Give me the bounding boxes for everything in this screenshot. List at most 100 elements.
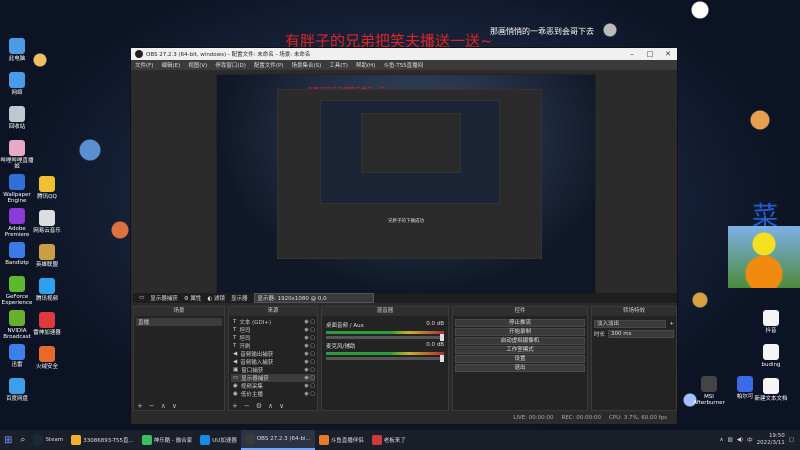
desktop-icon[interactable]: 此电脑 [0, 38, 36, 62]
menu-item[interactable]: 场景集合(S) [291, 61, 321, 69]
filters-button[interactable]: ◐ 滤镜 [207, 294, 225, 302]
desktop-icon[interactable]: 网易云音乐 [28, 210, 66, 234]
source-label: 窗口捕获 [241, 368, 264, 374]
taskbar-app[interactable]: 神乐酷 - 融合家 [138, 430, 196, 450]
duration-field[interactable]: 300 ms [608, 330, 674, 338]
scene-item[interactable]: 直播 [136, 318, 222, 326]
source-item[interactable]: ◉ 低价主播 ◉ ▢ [231, 390, 315, 398]
menu-item[interactable]: 视图(V) [188, 61, 207, 69]
control-button[interactable]: 工作室模式 [455, 346, 585, 354]
desktop-icon[interactable]: 腾讯视频 [28, 278, 66, 302]
scenes-list[interactable]: 直播 [134, 316, 224, 401]
control-button[interactable]: 启动虚拟摄像机 [455, 337, 585, 345]
source-label: 开刷 [239, 344, 251, 350]
visibility-lock-icon[interactable]: ◉ ▢ [304, 367, 315, 373]
volume-slider[interactable] [326, 334, 444, 341]
nested-obs-window: 兄胖子的下确成功 [277, 89, 542, 259]
taskbar-app[interactable]: 老板来了 [368, 430, 410, 450]
menu-item[interactable]: 斗鱼-T55直播间 [383, 61, 423, 69]
notification-icon[interactable]: ▢ [789, 437, 794, 443]
network-icon[interactable]: ▥ [727, 437, 732, 443]
desktop-icon[interactable]: MSI Afterburner [690, 376, 728, 406]
input-language[interactable]: 中 [747, 436, 753, 444]
desktop-icon-label: 抖音 [765, 328, 777, 334]
visibility-lock-icon[interactable]: ◉ ▢ [304, 359, 315, 365]
add-icon[interactable]: + [232, 402, 238, 410]
desktop-icon[interactable]: 火绒安全 [28, 346, 66, 370]
teletubby-photo [728, 226, 800, 288]
up-icon[interactable]: ∧ [161, 402, 166, 410]
menu-item[interactable]: 停靠窗口(D) [215, 61, 246, 69]
volume-meter [326, 352, 444, 355]
visibility-lock-icon[interactable]: ◉ ▢ [304, 351, 315, 357]
menu-item[interactable]: 配置文件(P) [254, 61, 284, 69]
volume-icon[interactable]: ◀) [737, 437, 743, 443]
control-button[interactable]: 设置 [455, 355, 585, 363]
add-icon[interactable]: + [137, 402, 143, 410]
desktop-icon[interactable]: 雷神加速器 [28, 312, 66, 336]
minimize-icon[interactable]: – [623, 50, 641, 58]
sources-list[interactable]: T 文本 (GDI+) ◉ ▢ T 坦司 ◉ ▢ T 坦司 ◉ ▢ T 开刷 ◉ ▢ ◀ 音频输出捕获 ◉ … [229, 316, 317, 401]
taskbar-app[interactable]: UU加速器 [196, 430, 241, 450]
menu-item[interactable]: 工具(T) [329, 61, 348, 69]
desktop-icon[interactable]: 哔哩哔哩直播姬 [0, 140, 36, 170]
taskbar-app[interactable]: Steam [29, 430, 67, 450]
taskbar-app[interactable]: 斗鱼直播伴侣 [315, 430, 368, 450]
source-item[interactable]: ◀ 音频输入捕获 ◉ ▢ [231, 358, 315, 366]
desktop-icon[interactable]: 网络 [0, 72, 36, 96]
taskbar-app[interactable]: OBS 27.2.3 (64-bi... [240, 430, 315, 450]
source-item[interactable]: T 坦司 ◉ ▢ [231, 326, 315, 334]
control-button[interactable]: 停止推流 [455, 319, 585, 327]
maximize-icon[interactable]: □ [641, 50, 659, 58]
source-item[interactable]: T 开刷 ◉ ▢ [231, 342, 315, 350]
source-item[interactable]: T 坦司 ◉ ▢ [231, 334, 315, 342]
obs-window[interactable]: OBS 27.2.3 (64-bit, windows) - 配置文件: 未命名… [130, 47, 678, 425]
source-item[interactable]: T 文本 (GDI+) ◉ ▢ [231, 318, 315, 326]
control-button[interactable]: 开始录制 [455, 328, 585, 336]
menu-item[interactable]: 帮助(H) [356, 61, 375, 69]
clock[interactable]: 19:50 2022/3/11 [757, 433, 785, 446]
visibility-lock-icon[interactable]: ◉ ▢ [304, 383, 315, 389]
desktop-icon[interactable]: buding [752, 344, 790, 368]
properties-button[interactable]: ⚙ 属性 [184, 294, 202, 302]
down-icon[interactable]: ∨ [172, 402, 177, 410]
menu-item[interactable]: 编辑(E) [161, 61, 180, 69]
desktop-icon[interactable]: 腾讯QQ [28, 176, 66, 200]
source-item[interactable]: ▣ 窗口捕获 ◉ ▢ [231, 366, 315, 374]
chevron-up-icon[interactable]: ∧ [719, 437, 723, 443]
desktop-icon[interactable]: 回收站 [0, 106, 36, 130]
search-button[interactable]: ⌕ [16, 430, 29, 450]
volume-slider[interactable] [326, 355, 444, 362]
add-icon[interactable]: + [669, 321, 674, 327]
visibility-lock-icon[interactable]: ◉ ▢ [304, 335, 315, 341]
close-icon[interactable]: ✕ [659, 50, 677, 58]
up-icon[interactable]: ∧ [268, 402, 273, 410]
preview-canvas[interactable]: 有胖子的兄弟把笑夫播送一送~ 兄胖子的下确成功 [216, 74, 596, 294]
source-item[interactable]: ◉ 视频采集 ◉ ▢ [231, 382, 315, 390]
visibility-lock-icon[interactable]: ◉ ▢ [304, 375, 315, 381]
source-item[interactable]: ▭ 显示器捕获 ◉ ▢ [231, 374, 315, 382]
gear-icon[interactable]: ⚙ [256, 402, 262, 410]
visibility-lock-icon[interactable]: ◉ ▢ [304, 327, 315, 333]
down-icon[interactable]: ∨ [279, 402, 284, 410]
visibility-lock-icon[interactable]: ◉ ▢ [304, 319, 315, 325]
source-item[interactable]: ◀ 音频输出捕获 ◉ ▢ [231, 350, 315, 358]
taskbar-app[interactable]: 33086893-T55直... [67, 430, 138, 450]
desktop-icon[interactable]: 百度网盘 [0, 378, 36, 402]
start-button[interactable]: ⊞ [0, 430, 16, 450]
menu-item[interactable]: 文件(F) [135, 61, 153, 69]
control-button[interactable]: 退出 [455, 364, 585, 372]
visibility-lock-icon[interactable]: ◉ ▢ [304, 343, 315, 349]
desktop-icon[interactable]: 抖音 [752, 310, 790, 334]
app-icon [9, 174, 25, 190]
desktop-icon[interactable]: 帕尔可 [726, 376, 764, 400]
remove-icon[interactable]: − [244, 402, 250, 410]
obs-app-icon [135, 50, 143, 58]
remove-icon[interactable]: − [149, 402, 155, 410]
visibility-lock-icon[interactable]: ◉ ▢ [304, 391, 315, 397]
transition-select[interactable]: 淡入淡出 [594, 320, 667, 328]
obs-titlebar[interactable]: OBS 27.2.3 (64-bit, windows) - 配置文件: 未命名… [131, 48, 677, 60]
display-select[interactable]: 显示器: 1920x1080 @ 0,0 [253, 293, 374, 303]
desktop-icon[interactable]: 英雄联盟 [28, 244, 66, 268]
clock-date: 2022/3/11 [756, 440, 785, 446]
